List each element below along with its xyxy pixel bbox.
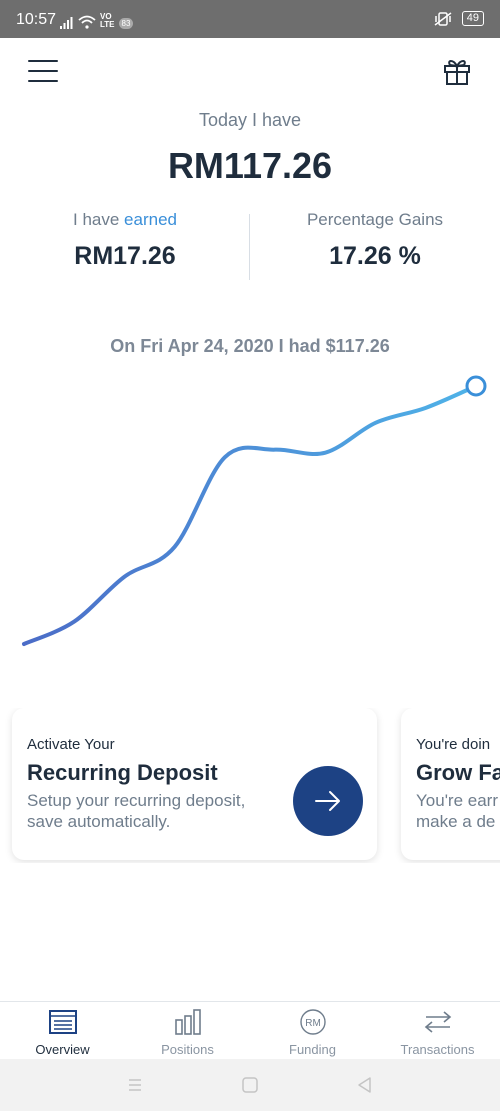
card-title: Recurring Deposit <box>27 760 218 785</box>
rm-coin-icon: RM <box>300 1009 326 1035</box>
gains-stat: Percentage Gains 17.26 % <box>250 210 500 271</box>
back-icon[interactable] <box>355 1075 375 1095</box>
balance-line-chart[interactable] <box>0 360 500 680</box>
card-kicker: You're doin <box>416 736 491 753</box>
earned-label: I have earned <box>73 210 177 229</box>
top-app-bar <box>0 38 500 108</box>
nav-label: Positions <box>161 1042 214 1057</box>
gift-icon[interactable] <box>442 56 472 86</box>
arrow-right-icon <box>315 791 340 811</box>
gains-label: Percentage Gains <box>306 210 444 229</box>
gains-value: 17.26 % <box>329 242 421 270</box>
nav-label: Overview <box>35 1042 90 1057</box>
volte-icon: VO LTE <box>100 12 115 29</box>
today-label: Today I have <box>198 110 302 130</box>
status-right: 49 <box>434 11 484 26</box>
total-balance: RM117.26 <box>167 145 333 186</box>
chart-current-point[interactable] <box>465 375 487 397</box>
nav-label: Transactions <box>400 1042 475 1057</box>
system-navigation-bar <box>0 1059 500 1111</box>
overview-icon <box>49 1010 77 1034</box>
recurring-deposit-card[interactable]: Activate Your Recurring Deposit Setup yo… <box>12 708 377 860</box>
rm-coin-text: RM <box>305 1018 321 1029</box>
nav-positions[interactable]: Positions <box>125 1002 250 1060</box>
promo-cards-carousel[interactable]: Activate Your Recurring Deposit Setup yo… <box>0 708 500 863</box>
balance-series-line <box>22 384 478 646</box>
nav-funding[interactable]: RM Funding <box>250 1002 375 1060</box>
nav-overview[interactable]: Overview <box>0 1002 125 1060</box>
nav-transactions[interactable]: Transactions <box>375 1002 500 1060</box>
stats-row: I have earned RM17.26 Percentage Gains 1… <box>0 210 500 280</box>
earned-value: RM17.26 <box>74 242 176 270</box>
grow-card[interactable]: You're doin Grow Fa You're earr make a d… <box>401 708 500 860</box>
earned-link[interactable]: earned <box>124 210 177 229</box>
bottom-navigation: Overview Positions RM Funding Transactio… <box>0 1001 500 1059</box>
status-left-icons: VO LTE 83 <box>60 12 134 29</box>
bar-chart-icon <box>175 1009 201 1035</box>
status-bar: 10:57 VO LTE 83 49 <box>0 0 500 38</box>
nav-label: Funding <box>289 1042 336 1057</box>
card-title: Grow Fa <box>416 760 500 785</box>
status-time: 10:57 <box>16 11 57 28</box>
signal-icon <box>60 17 73 29</box>
wifi-icon <box>78 15 96 29</box>
card-description: You're earr make a de <box>416 791 499 831</box>
hamburger-menu-icon[interactable] <box>28 60 58 84</box>
history-caption: On Fri Apr 24, 2020 I had $117.26 <box>110 336 390 356</box>
card-description: Setup your recurring deposit, save autom… <box>27 791 246 831</box>
earned-stat: I have earned RM17.26 <box>0 210 250 271</box>
card-kicker: Activate Your <box>27 736 115 753</box>
home-icon[interactable] <box>240 1075 260 1095</box>
card-action-button[interactable] <box>293 766 363 836</box>
vibrate-icon <box>434 11 452 26</box>
transfer-arrows-icon <box>424 1011 452 1033</box>
battery-indicator: 49 <box>461 11 484 26</box>
notification-badge: 83 <box>118 18 134 29</box>
recents-icon[interactable] <box>125 1075 145 1095</box>
